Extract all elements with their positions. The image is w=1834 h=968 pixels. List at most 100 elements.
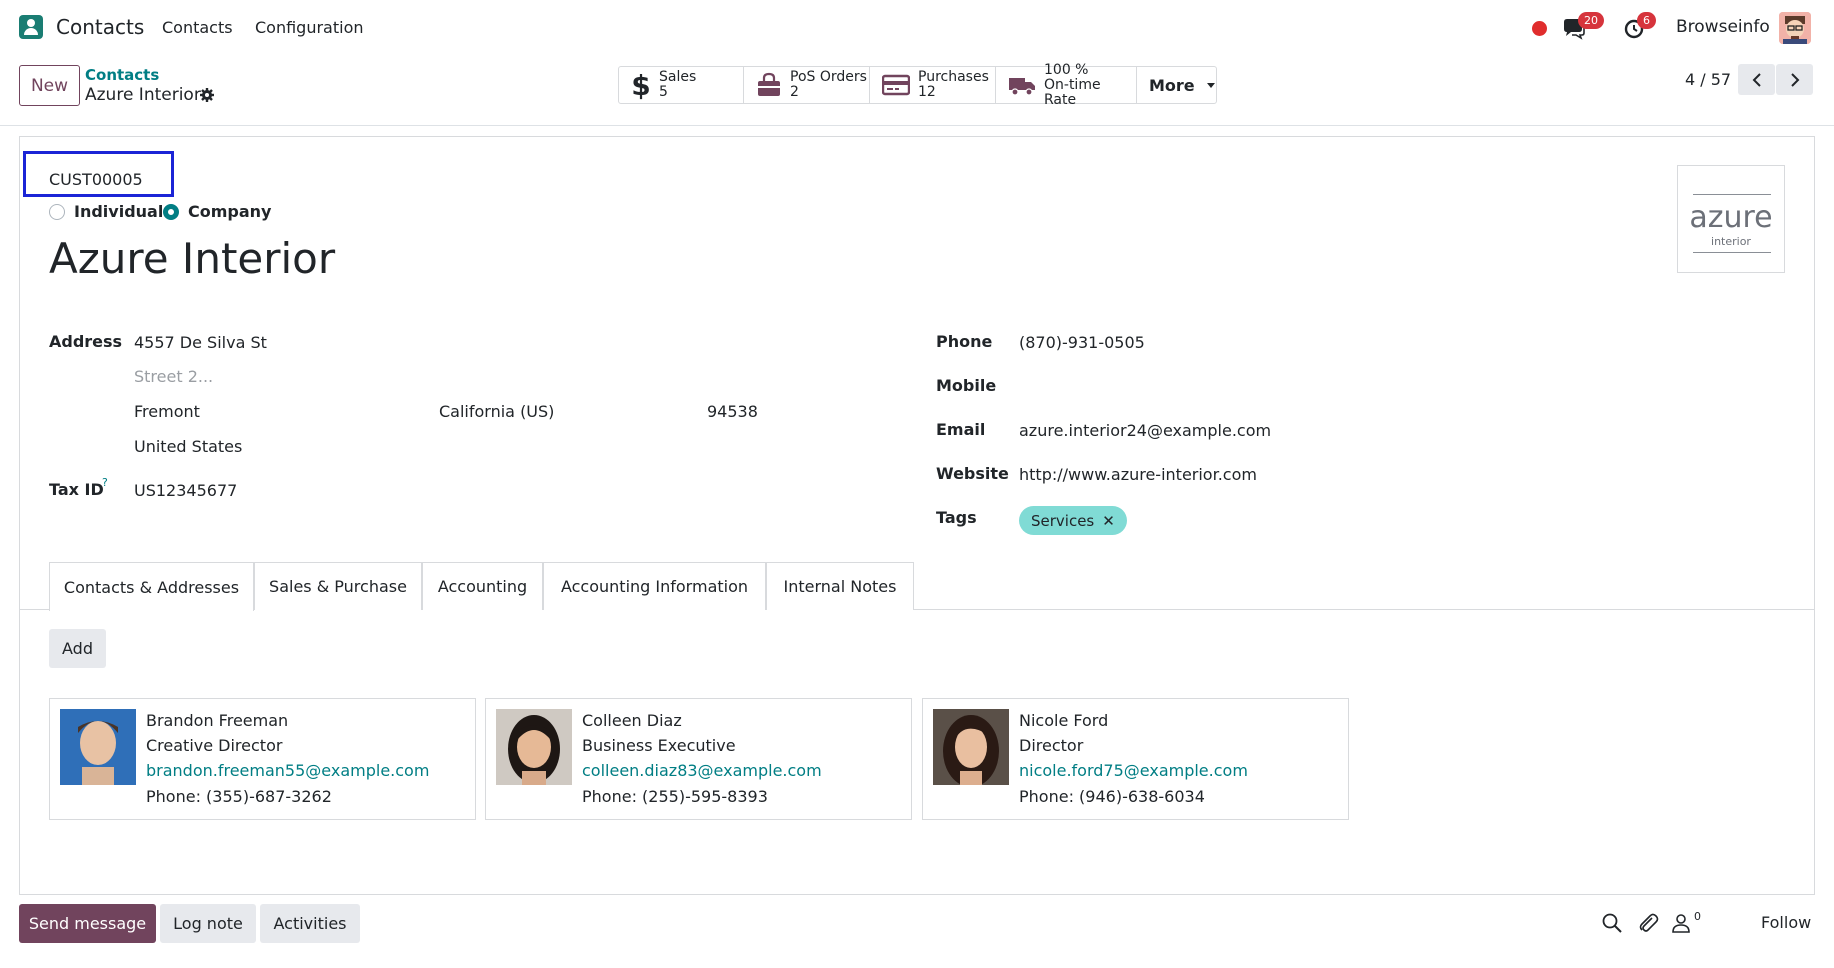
website-field[interactable]: http://www.azure-interior.com <box>1019 465 1257 484</box>
send-message-button[interactable]: Send message <box>19 904 156 943</box>
tax-id-help-icon[interactable]: ? <box>102 476 108 489</box>
more-dropdown[interactable]: More <box>1137 67 1216 103</box>
contact-title: Creative Director <box>146 736 283 755</box>
tax-id-label: Tax ID <box>49 480 104 499</box>
stat-sales-value: 5 <box>659 84 668 100</box>
contact-phone: Phone: (946)-638-6034 <box>1019 787 1205 806</box>
breadcrumb-contacts[interactable]: Contacts <box>85 66 159 84</box>
contact-card[interactable]: Nicole Ford Director nicole.ford75@examp… <box>922 698 1349 820</box>
add-contact-button[interactable]: Add <box>49 629 106 668</box>
tab-accounting[interactable]: Accounting <box>422 562 543 610</box>
contacts-app-icon[interactable] <box>19 15 43 39</box>
contact-name: Colleen Diaz <box>582 711 682 730</box>
contact-phone: Phone: (355)-687-3262 <box>146 787 332 806</box>
chevron-right-icon <box>1790 72 1799 87</box>
logo-subword: interior <box>1711 235 1751 248</box>
radio-company[interactable] <box>163 204 179 220</box>
stat-rate-value: 100 % <box>1044 61 1089 78</box>
customer-reference-field[interactable]: CUST00005 <box>49 170 143 189</box>
contact-card[interactable]: Brandon Freeman Creative Director brando… <box>49 698 476 820</box>
country-field[interactable]: United States <box>134 437 242 456</box>
shopping-bag-icon <box>758 72 780 96</box>
zip-field[interactable]: 94538 <box>707 402 758 421</box>
stat-purchases-value: 12 <box>918 84 936 100</box>
followers-user-icon[interactable] <box>1670 912 1692 934</box>
stat-rate-label: On-time Rate <box>1044 76 1101 108</box>
contact-photo <box>933 709 1009 785</box>
tag-services[interactable]: Services ✕ <box>1019 506 1127 535</box>
tab-sales-purchase[interactable]: Sales & Purchase <box>254 562 422 610</box>
paperclip-icon[interactable] <box>1637 912 1659 934</box>
contact-email[interactable]: colleen.diaz83@example.com <box>582 761 822 780</box>
more-label: More <box>1149 75 1195 95</box>
contact-email[interactable]: nicole.ford75@example.com <box>1019 761 1248 780</box>
follow-button[interactable]: Follow <box>1761 913 1811 932</box>
stat-sales-label: Sales <box>659 69 697 85</box>
contact-photo <box>496 709 572 785</box>
address-label: Address <box>49 332 123 351</box>
app-name[interactable]: Contacts <box>56 15 144 39</box>
street2-field[interactable]: Street 2... <box>134 367 213 386</box>
street-field[interactable]: 4557 De Silva St <box>134 333 267 352</box>
stat-pos-label: PoS Orders <box>790 69 867 85</box>
partner-name-field[interactable]: Azure Interior <box>49 234 335 283</box>
contact-photo <box>60 709 136 785</box>
tags-label: Tags <box>936 508 977 527</box>
company-switcher[interactable]: Browseinfo <box>1676 17 1770 37</box>
tag-remove-icon[interactable]: ✕ <box>1102 512 1115 530</box>
messages-badge: 20 <box>1578 12 1604 29</box>
email-label: Email <box>936 420 986 439</box>
new-button[interactable]: New <box>19 65 80 106</box>
pager-next-button[interactable] <box>1776 64 1813 95</box>
recording-dot-icon[interactable] <box>1532 21 1547 36</box>
pager-previous-button[interactable] <box>1738 64 1775 95</box>
breadcrumb-current: Azure Interior <box>85 85 201 105</box>
contact-email[interactable]: brandon.freeman55@example.com <box>146 761 429 780</box>
radio-company-label[interactable]: Company <box>188 202 271 221</box>
pager-value[interactable]: 4 / 57 <box>1685 70 1731 89</box>
logo-bottom-line <box>1693 252 1771 253</box>
phone-label: Phone <box>936 332 993 351</box>
phone-field[interactable]: (870)-931-0505 <box>1019 333 1145 352</box>
contact-title: Director <box>1019 736 1084 755</box>
radio-individual[interactable] <box>49 204 65 220</box>
company-logo-image[interactable]: azure interior <box>1677 165 1785 273</box>
credit-card-icon <box>882 74 910 96</box>
stat-purchases-label: Purchases <box>918 69 989 85</box>
contact-phone: Phone: (255)-595-8393 <box>582 787 768 806</box>
logo-top-line <box>1693 194 1771 195</box>
activities-badge: 6 <box>1637 12 1656 29</box>
chevron-left-icon <box>1752 72 1761 87</box>
smart-buttons: $ Sales 5 PoS Orders 2 Purchases 12 100 … <box>618 62 1217 107</box>
logo-word: azure <box>1689 200 1773 235</box>
followers-count: 0 <box>1694 910 1701 923</box>
top-navbar: Contacts Contacts Configuration 20 6 Bro… <box>0 0 1834 56</box>
user-avatar[interactable] <box>1779 12 1811 44</box>
tab-accounting-information[interactable]: Accounting Information <box>543 562 766 610</box>
tax-id-field[interactable]: US12345677 <box>134 481 237 500</box>
stat-button-purchases[interactable]: Purchases 12 <box>870 67 996 103</box>
stat-button-sales[interactable]: $ Sales 5 <box>619 67 744 103</box>
activities-button[interactable]: Activities <box>260 904 360 943</box>
radio-individual-label[interactable]: Individual <box>74 202 163 221</box>
stat-button-on-time-rate[interactable]: 100 % On-time Rate <box>996 62 1137 107</box>
log-note-button[interactable]: Log note <box>160 904 256 943</box>
contact-name: Brandon Freeman <box>146 711 289 730</box>
tab-contacts-addresses[interactable]: Contacts & Addresses <box>49 562 254 611</box>
contact-card[interactable]: Colleen Diaz Business Executive colleen.… <box>485 698 912 820</box>
email-field[interactable]: azure.interior24@example.com <box>1019 421 1271 440</box>
state-field[interactable]: California (US) <box>439 402 554 421</box>
menu-contacts[interactable]: Contacts <box>162 18 233 37</box>
tab-internal-notes[interactable]: Internal Notes <box>766 562 914 610</box>
stat-button-pos-orders[interactable]: PoS Orders 2 <box>744 67 870 103</box>
tag-label: Services <box>1031 511 1095 530</box>
city-field[interactable]: Fremont <box>134 402 200 421</box>
mobile-field[interactable] <box>1019 376 1319 396</box>
contact-name: Nicole Ford <box>1019 711 1109 730</box>
gear-icon[interactable] <box>199 87 215 103</box>
stat-pos-value: 2 <box>790 84 799 100</box>
control-panel-divider <box>0 125 1834 126</box>
website-label: Website <box>936 464 1009 483</box>
search-icon[interactable] <box>1601 912 1623 934</box>
menu-configuration[interactable]: Configuration <box>255 18 364 37</box>
